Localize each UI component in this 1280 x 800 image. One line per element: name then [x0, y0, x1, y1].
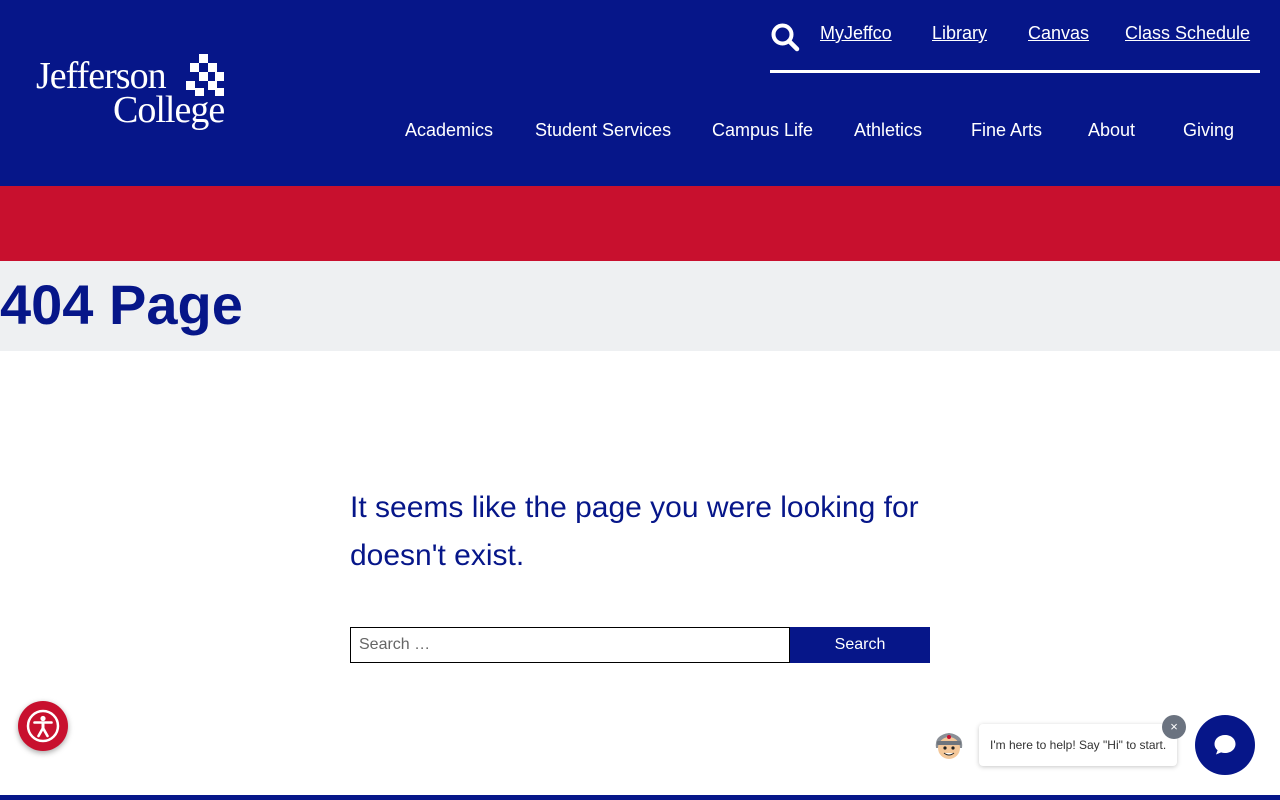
- bot-avatar-icon: [935, 733, 963, 759]
- utility-link-class-schedule[interactable]: Class Schedule: [1125, 23, 1250, 44]
- utility-divider: [770, 70, 1260, 73]
- nav-item-about[interactable]: About: [1088, 120, 1135, 141]
- nav-item-giving[interactable]: Giving: [1183, 120, 1234, 141]
- logo-checkerboard-icon: [186, 54, 224, 96]
- chat-close-button[interactable]: ×: [1162, 715, 1186, 739]
- utility-link-library[interactable]: Library: [932, 23, 987, 44]
- chat-launcher-button[interactable]: [1195, 715, 1255, 775]
- hero-band: [0, 186, 1280, 261]
- logo-text-line2: College: [113, 89, 225, 131]
- nav-item-academics[interactable]: Academics: [405, 120, 493, 141]
- accessibility-icon: [26, 709, 60, 743]
- footer-edge: [0, 795, 1280, 800]
- accessibility-button[interactable]: [18, 701, 68, 751]
- jefferson-college-logo[interactable]: Jefferson College: [36, 52, 236, 136]
- search-button[interactable]: Search: [790, 627, 930, 663]
- page-title: 404 Page: [0, 273, 243, 336]
- chat-bubble-icon: [1214, 735, 1236, 755]
- nav-item-fine-arts[interactable]: Fine Arts: [971, 120, 1042, 141]
- nav-item-campus-life[interactable]: Campus Life: [712, 120, 813, 141]
- not-found-message: It seems like the page you were looking …: [350, 491, 919, 572]
- chat-prompt-bubble[interactable]: I'm here to help! Say "Hi" to start.: [979, 724, 1177, 766]
- nav-item-athletics[interactable]: Athletics: [854, 120, 922, 141]
- search-input[interactable]: [350, 627, 790, 663]
- nav-item-student-services[interactable]: Student Services: [535, 120, 671, 141]
- search-icon[interactable]: [770, 22, 800, 52]
- utility-link-canvas[interactable]: Canvas: [1028, 23, 1089, 44]
- site-header: Jefferson College MyJeffco Library Canva…: [0, 0, 1280, 186]
- utility-link-myjeffco[interactable]: MyJeffco: [820, 23, 892, 44]
